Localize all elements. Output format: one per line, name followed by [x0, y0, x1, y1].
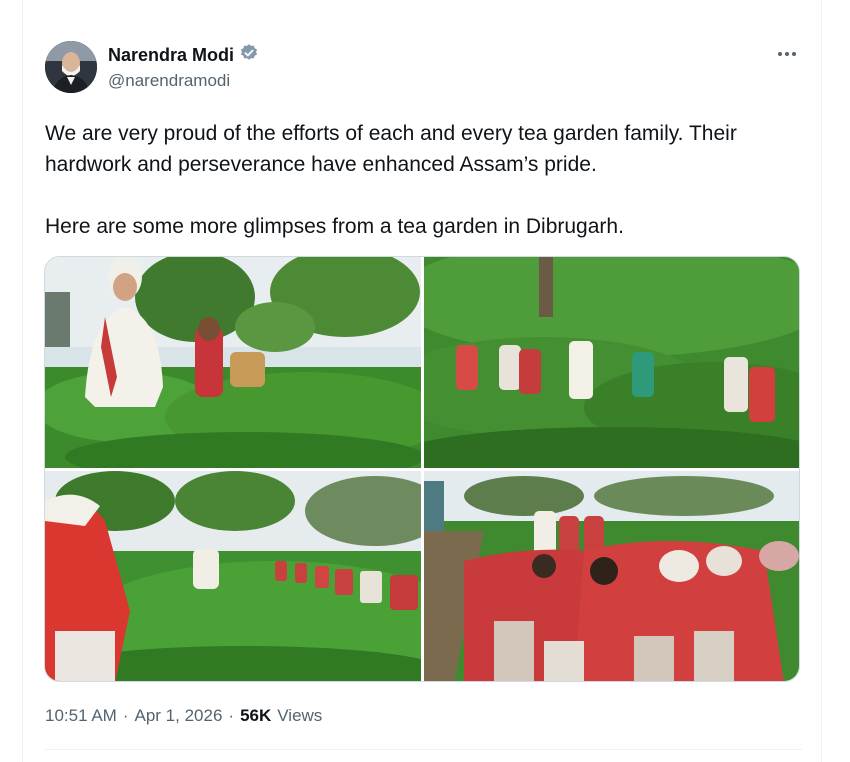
media-photo-1[interactable] [45, 257, 421, 468]
tweet-text: We are very proud of the efforts of each… [45, 122, 737, 238]
tweet-meta: 10:51 AM · Apr 1, 2026 · 56K Views [45, 706, 322, 726]
media-photo-4[interactable] [424, 471, 799, 681]
meta-separator: · [122, 706, 129, 725]
avatar[interactable] [45, 41, 97, 93]
user-handle[interactable]: @narendramodi [108, 71, 230, 91]
meta-separator: · [228, 706, 235, 725]
more-dots-icon [778, 52, 796, 56]
more-options-button[interactable] [772, 42, 802, 66]
media-photo-3[interactable] [45, 471, 421, 681]
tweet-time[interactable]: 10:51 AM [45, 706, 117, 726]
display-name-label: Narendra Modi [108, 45, 235, 65]
views-label: Views [277, 706, 323, 725]
display-name[interactable]: Narendra Modi [108, 43, 259, 68]
media-photo-2[interactable] [424, 257, 799, 468]
media-grid [44, 256, 800, 682]
divider [45, 749, 802, 750]
tweet-date[interactable]: Apr 1, 2026 [135, 706, 223, 726]
verified-badge-icon [239, 43, 259, 68]
views-count: 56K [240, 706, 272, 725]
